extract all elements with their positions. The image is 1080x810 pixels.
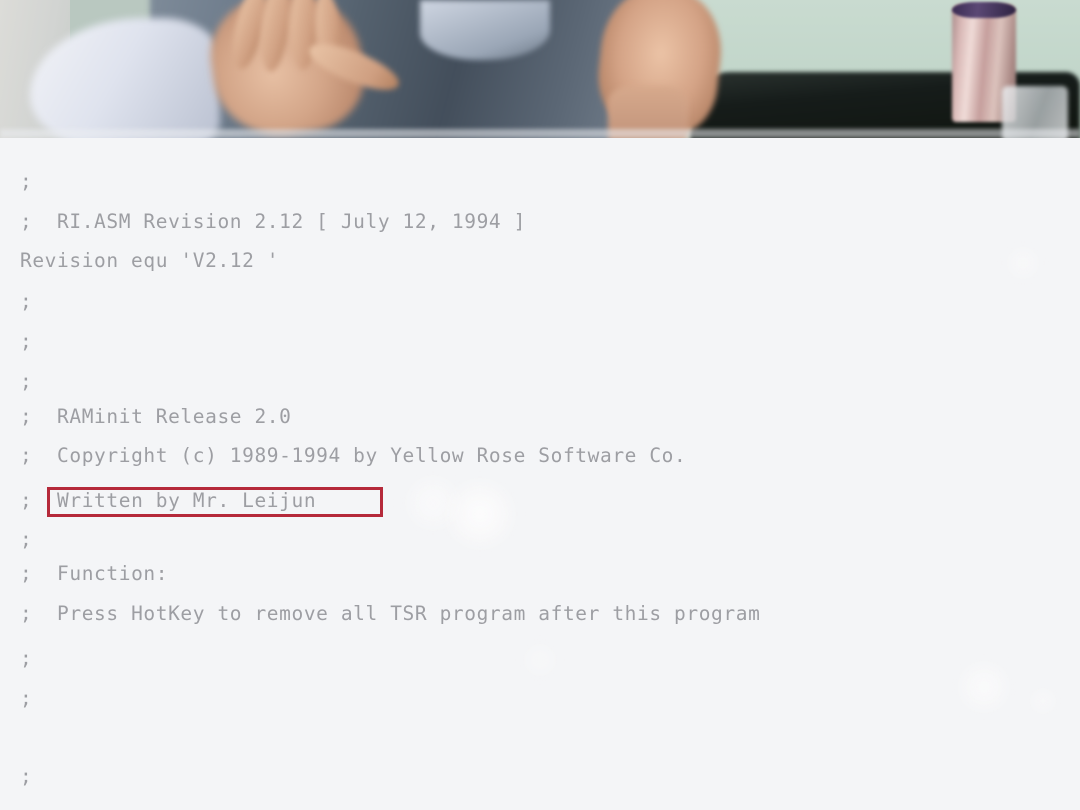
bokeh-glow (1030, 688, 1056, 714)
code-line: ; Function: (20, 562, 168, 586)
beverage-can-lid (952, 2, 1016, 18)
code-line: ; RAMinit Release 2.0 (20, 405, 291, 429)
code-line: ; (20, 528, 32, 552)
comment-text: RI.ASM Revision 2.12 [ July 12, 1994 ] (32, 210, 526, 233)
comment-marker: ; (20, 765, 33, 788)
comment-marker: ; (20, 290, 33, 313)
comment-marker: ; (20, 405, 33, 428)
code-line: ; (20, 765, 32, 789)
code-line: ; (20, 170, 32, 194)
comment-marker: ; (20, 170, 33, 193)
code-statement: Revision equ 'V2.12 ' (20, 249, 280, 272)
bokeh-glow (1006, 246, 1040, 280)
comment-marker: ; (20, 687, 33, 710)
code-line: Revision equ 'V2.12 ' (20, 249, 279, 273)
comment-marker: ; (20, 602, 33, 625)
comment-text: Press HotKey to remove all TSR program a… (32, 602, 761, 625)
comment-marker: ; (20, 562, 33, 585)
cropped-subtitle-band (0, 129, 1080, 138)
comment-marker: ; (20, 210, 33, 233)
comment-marker: ; (20, 370, 33, 393)
code-line: ; (20, 370, 32, 394)
comment-marker: ; (20, 528, 33, 551)
comment-marker: ; (20, 444, 33, 467)
bokeh-glow (520, 640, 560, 680)
bokeh-glow (404, 474, 462, 532)
comment-marker: ; (20, 330, 33, 353)
bokeh-glow (957, 660, 1011, 714)
comment-text: Copyright (c) 1989-1994 by Yellow Rose S… (32, 444, 687, 467)
author-line-highlight-box (47, 487, 383, 517)
code-listing[interactable]: ;; RI.ASM Revision 2.12 [ July 12, 1994 … (0, 138, 1080, 810)
code-line: ; RI.ASM Revision 2.12 [ July 12, 1994 ] (20, 210, 526, 234)
code-line: ; (20, 330, 32, 354)
code-line: ; (20, 647, 32, 671)
screenshot-root: ;; RI.ASM Revision 2.12 [ July 12, 1994 … (0, 0, 1080, 810)
comment-text: Function: (32, 562, 169, 585)
video-frame[interactable] (0, 0, 1080, 138)
comment-marker: ; (20, 647, 33, 670)
code-line: ; Press HotKey to remove all TSR program… (20, 602, 760, 626)
code-line: ; (20, 290, 32, 314)
bokeh-glow (444, 478, 516, 550)
comment-text: RAMinit Release 2.0 (32, 405, 292, 428)
code-line: ; (20, 687, 32, 711)
code-line: ; Copyright (c) 1989-1994 by Yellow Rose… (20, 444, 686, 468)
person-collar (420, 0, 550, 60)
comment-marker: ; (20, 489, 33, 512)
